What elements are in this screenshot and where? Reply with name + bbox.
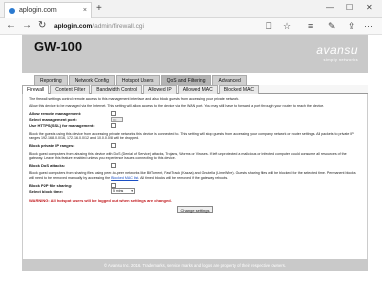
https-row: Use HTTPS(SSL) for management: (29, 123, 361, 129)
firewall-panel: The firewall settings control remote acc… (22, 94, 368, 259)
allow-remote-checkbox[interactable] (111, 111, 116, 117)
url-path: /admin/firewall.cgi (92, 23, 144, 30)
block-time-select[interactable]: 5 mins ▾ (111, 188, 135, 195)
hub-icon[interactable]: ≡ (308, 21, 313, 31)
chevron-down-icon: ▾ (131, 189, 133, 194)
url-host: aplogin.com (54, 23, 93, 30)
device-model-title: GW-100 (34, 39, 83, 54)
dos-checkbox[interactable] (111, 162, 116, 168)
dos-row: Block DoS attacks: (29, 162, 361, 168)
browser-address-bar: ← → ↻ aplogin.com/admin/firewall.cgi ⎕ ☆… (0, 18, 382, 35)
tab-close-icon[interactable]: × (83, 7, 87, 14)
warning-message: WARNING: All hotspot users will be logge… (29, 198, 172, 204)
block-time-row: Select block time: 5 mins ▾ (29, 188, 361, 195)
p2p-checkbox[interactable] (111, 182, 116, 188)
tab-advanced[interactable]: Advanced (212, 75, 247, 85)
web-note-icon[interactable]: ✎ (328, 21, 336, 32)
block-time-value: 5 mins (113, 189, 124, 194)
firewall-intro: The firewall settings control remote acc… (29, 97, 240, 101)
block-time-label: Select block time: (29, 188, 64, 194)
new-tab-icon[interactable]: + (96, 3, 102, 14)
remote-management-description: Allow this device to be managed via the … (29, 104, 325, 109)
subtab-content-filter[interactable]: Content Filter (50, 85, 91, 94)
browser-tab[interactable]: aplogin.com × (4, 2, 92, 18)
subtab-allowed-mac[interactable]: Allowed MAC (177, 85, 218, 94)
main-nav-tabs: Reporting Network Config Hotspot Users Q… (22, 73, 368, 85)
forward-icon[interactable]: → (22, 20, 32, 31)
logo-tagline: simply networks (323, 57, 358, 62)
allow-remote-label: Allow remote management: (29, 111, 82, 117)
management-port-input[interactable]: 80 (111, 117, 123, 123)
browser-tab-strip: aplogin.com × + — ☐ ✕ (0, 0, 382, 18)
subtab-allowed-ip[interactable]: Allowed IP (143, 85, 177, 94)
private-ip-row: Block private IP ranges: (29, 143, 361, 149)
tab-qos-filtering[interactable]: QoS and Filtering (160, 75, 212, 85)
favorite-star-icon[interactable]: ☆ (283, 21, 291, 32)
minimize-icon[interactable]: — (326, 3, 334, 12)
tab-reporting[interactable]: Reporting (34, 75, 68, 85)
reading-view-icon[interactable]: ⎕ (266, 21, 271, 32)
p2p-description: Block guest computers from sharing files… (29, 171, 361, 180)
tab-hotspot-users[interactable]: Hotspot Users (115, 75, 160, 85)
sub-nav-tabs: Firewall Content Filter Bandwidth Contro… (22, 85, 368, 94)
private-ip-description: Block the guests using this device from … (29, 131, 354, 141)
p2p-label: Block P2P file sharing: (29, 182, 73, 188)
https-checkbox[interactable] (111, 123, 116, 129)
tab-network-config[interactable]: Network Config (68, 75, 115, 85)
share-icon[interactable]: ⇪ (348, 21, 356, 32)
site-favicon-icon (9, 7, 15, 14)
subtab-firewall[interactable]: Firewall (22, 85, 50, 94)
refresh-icon[interactable]: ↻ (38, 20, 46, 31)
change-settings-button[interactable]: Change settings (176, 206, 214, 214)
more-icon[interactable]: ··· (364, 21, 373, 31)
subtab-blocked-mac[interactable]: Blocked MAC (218, 85, 260, 94)
https-label: Use HTTPS(SSL) for management: (29, 123, 95, 129)
private-ip-label: Block private IP ranges: (29, 143, 75, 149)
management-port-label: Select management port: (29, 117, 77, 123)
dos-description: Block guest computers from abusing this … (29, 151, 347, 161)
page-viewport: GW-100 avansu simply networks Reporting … (0, 35, 382, 293)
logo-text: avansu (316, 43, 358, 57)
dos-label: Block DoS attacks: (29, 162, 66, 168)
footer: © Avansu Inc. 2016. Trademarks, service … (22, 259, 368, 271)
subtab-bandwidth-control[interactable]: Bandwidth Control (91, 85, 143, 94)
brand-header: GW-100 avansu simply networks (22, 35, 368, 73)
maximize-icon[interactable]: ☐ (346, 3, 353, 12)
private-ip-checkbox[interactable] (111, 143, 116, 149)
p2p-description-b: . All timed blocks will be removed if th… (138, 175, 229, 180)
close-window-icon[interactable]: ✕ (366, 3, 373, 12)
blocked-mac-list-link[interactable]: Blocked MAC list (111, 176, 138, 180)
footer-copyright: © Avansu Inc. 2016. Trademarks, service … (104, 262, 286, 268)
submit-row: Change settings (29, 206, 361, 214)
browser-tab-title: aplogin.com (19, 7, 57, 14)
brand-logo: avansu simply networks (316, 43, 358, 62)
back-icon[interactable]: ← (6, 20, 16, 31)
